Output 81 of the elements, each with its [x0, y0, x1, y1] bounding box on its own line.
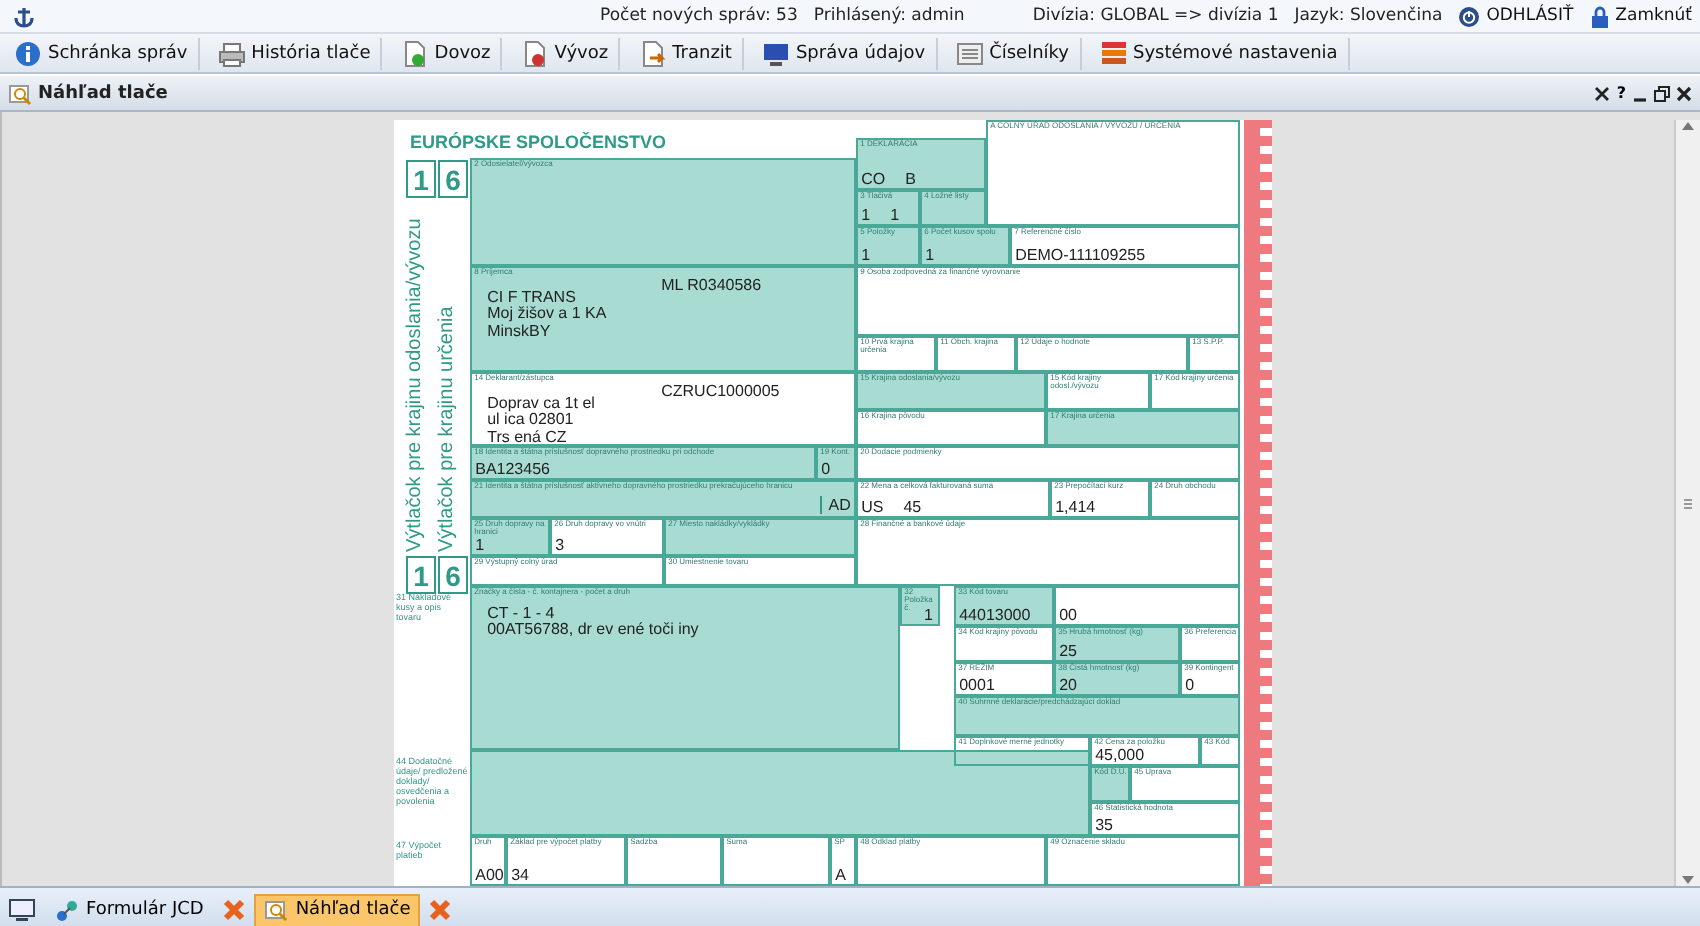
- field-value: 00AT56788, dr ev ené toči iny: [487, 622, 699, 640]
- field-value: 3: [555, 535, 565, 554]
- field-value: 0001: [959, 675, 995, 694]
- printer-icon: [217, 39, 246, 67]
- field-value: ul ica 02801: [487, 412, 576, 430]
- field-value: US: [861, 497, 884, 516]
- field-value: AD: [820, 496, 851, 515]
- field-value: MinskBY: [487, 323, 553, 341]
- field-value: BA123456: [475, 459, 550, 478]
- division-label: Divízia: GLOBAL => divízia 1: [1032, 6, 1279, 26]
- list-icon: [955, 39, 984, 67]
- padlock-icon[interactable]: [1589, 5, 1610, 27]
- field-value: 1: [925, 245, 935, 264]
- magnifier-icon: [8, 81, 32, 105]
- language-label: Jazyk: Slovenčina: [1294, 6, 1443, 26]
- field-value: 35: [1095, 815, 1114, 834]
- anchor-icon[interactable]: [8, 3, 40, 29]
- menu-item[interactable]: Tranzit: [628, 37, 744, 69]
- field-value: 0: [1185, 675, 1195, 694]
- copy-number: 1: [406, 160, 436, 198]
- magnifier-icon: [263, 897, 290, 923]
- message-count: Počet nových správ: 53: [600, 6, 798, 26]
- field-value: Trs ená CZ: [487, 429, 569, 447]
- field-value: CI F TRANS: [487, 289, 578, 306]
- field-value: 1: [475, 535, 485, 554]
- field-value: 00: [1059, 605, 1078, 624]
- field-value: A: [835, 865, 846, 884]
- document-icon: [520, 39, 549, 67]
- menu-item[interactable]: Systémové nastavenia: [1089, 37, 1350, 69]
- field-value: 45,000: [1095, 745, 1145, 764]
- field-value: ML R0340586: [661, 275, 762, 294]
- form-title: EURÓPSKE SPOLOČENSTVO: [410, 132, 667, 152]
- close-icon[interactable]: [1676, 85, 1692, 101]
- field-value: Moj žišov a 1 KA: [487, 306, 607, 324]
- link-icon: [54, 897, 80, 923]
- stack-icon: [1099, 39, 1127, 67]
- scroll-up-icon[interactable]: [1680, 120, 1696, 132]
- copy-number: 1: [406, 556, 436, 594]
- scroll-thumb-icon[interactable]: [1682, 495, 1694, 511]
- menu-item[interactable]: História tlače: [207, 37, 383, 69]
- field-value: 1: [923, 605, 933, 624]
- copy-label: Výtlačok pre krajinu určenia: [436, 304, 458, 552]
- field-value: CZRUC1000005: [661, 381, 780, 400]
- menu-item[interactable]: Dovoz: [390, 37, 503, 69]
- document-icon: [400, 39, 429, 67]
- field-value: 1,414: [1055, 497, 1096, 516]
- panel-title: Náhľad tlače: [38, 83, 168, 103]
- document-icon: [638, 39, 667, 67]
- field-value: A00: [475, 865, 504, 884]
- lock-link[interactable]: Zamknúť: [1615, 6, 1692, 26]
- logged-user: Prihlásený: admin: [813, 6, 965, 26]
- field-value: DEMO-111109255: [1015, 245, 1146, 264]
- field-value: 0: [821, 459, 831, 478]
- help-button[interactable]: ?: [1616, 84, 1626, 102]
- copy-number: 6: [438, 160, 468, 198]
- monitor-icon: [761, 39, 790, 67]
- copy-label: Výtlačok pre krajinu odoslania/vývozu: [404, 216, 426, 552]
- field-value: 1: [890, 205, 900, 224]
- info-icon: [14, 39, 42, 67]
- field-value: 1: [861, 245, 871, 264]
- menu-item[interactable]: Vývoz: [510, 37, 621, 69]
- task-button[interactable]: Formulár JCD: [44, 893, 214, 926]
- field-value: 25: [1059, 641, 1078, 660]
- field-value: CT - 1 - 4: [487, 605, 557, 622]
- field-value: CO: [861, 169, 886, 188]
- menu-item[interactable]: Schránka správ: [4, 37, 200, 69]
- field-value: 34: [511, 865, 530, 884]
- logout-link[interactable]: ODHLÁSIŤ: [1486, 6, 1574, 26]
- field-value: 44013000: [959, 605, 1031, 624]
- task-button[interactable]: Náhľad tlače: [253, 893, 421, 926]
- field-value: 20: [1059, 675, 1078, 694]
- field-value: 1: [861, 205, 871, 224]
- menu-item[interactable]: Správa údajov: [751, 37, 938, 69]
- field-value: Doprav ca 1t el: [487, 395, 595, 412]
- menu-item[interactable]: Číselníky: [945, 37, 1081, 69]
- copy-number: 6: [438, 556, 468, 594]
- field-value: B: [905, 169, 916, 188]
- restore-icon[interactable]: [1654, 85, 1670, 101]
- power-icon[interactable]: [1458, 5, 1481, 27]
- desktop-icon[interactable]: [8, 898, 36, 922]
- field-value: 45: [903, 497, 922, 516]
